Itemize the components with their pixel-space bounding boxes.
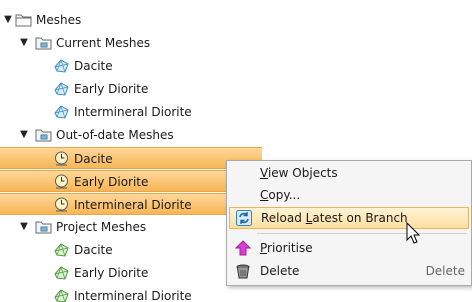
tree-item-project-early-diorite[interactable]: Early Diorite [0, 262, 262, 284]
tree-item-label: Meshes [36, 13, 82, 27]
tree-item-label: Dacite [74, 243, 113, 257]
tree-item-label: Current Meshes [56, 36, 151, 50]
menu-item-reload-latest-on-branch[interactable]: Reload Latest on Branch [229, 207, 469, 229]
mesh-icon [54, 105, 69, 119]
tree-item-project-dacite[interactable]: Dacite [0, 239, 262, 261]
menu-separator [257, 233, 467, 234]
tree-item-outdated-intermineral-diorite[interactable]: Intermineral Diorite [0, 193, 262, 215]
tree-item-label: Intermineral Diorite [74, 198, 192, 212]
project-mesh-icon [54, 243, 69, 257]
folder-icon [15, 14, 32, 27]
tree-item-current-meshes[interactable]: ▼ Current Meshes [0, 32, 262, 54]
menu-item-copy[interactable]: Copy... [229, 184, 469, 206]
tree-item-label: Dacite [74, 152, 113, 166]
outdated-mesh-icon [55, 174, 68, 189]
tree-item-out-of-date-meshes[interactable]: ▼ Out-of-date Meshes [0, 124, 262, 146]
reload-icon [236, 210, 252, 226]
trash-icon [236, 264, 250, 279]
tree-item-meshes[interactable]: ▼ Meshes [0, 9, 262, 31]
tree-item-project-intermineral-diorite[interactable]: Intermineral Diorite [0, 285, 262, 302]
menu-item-delete[interactable]: Delete Delete [229, 260, 469, 282]
tree-item-label: Early Diorite [74, 266, 149, 280]
mesh-icon [54, 59, 69, 73]
expand-arrow-icon[interactable]: ▼ [18, 124, 30, 146]
mesh-folder-icon [35, 221, 52, 234]
tree-item-label: Intermineral Diorite [74, 289, 192, 302]
tree-item-label: Early Diorite [74, 82, 149, 96]
mesh-tree: ▼ Meshes ▼ Current Meshes Dacite Early D… [0, 0, 262, 302]
outdated-mesh-icon [55, 151, 68, 166]
mesh-folder-icon [35, 37, 52, 50]
tree-item-current-early-diorite[interactable]: Early Diorite [0, 78, 262, 100]
tree-item-current-dacite[interactable]: Dacite [0, 55, 262, 77]
tree-item-label: Dacite [74, 59, 113, 73]
menu-item-prioritise[interactable]: Prioritise [229, 237, 469, 259]
expand-arrow-icon[interactable]: ▼ [2, 9, 14, 31]
context-menu: View Objects Copy... Reload Latest on Br… [226, 160, 472, 286]
mesh-icon [54, 82, 69, 96]
tree-item-outdated-early-diorite[interactable]: Early Diorite [0, 170, 262, 192]
menu-item-view-objects[interactable]: View Objects [229, 162, 469, 184]
tree-item-label: Out-of-date Meshes [56, 128, 174, 142]
project-mesh-icon [54, 289, 69, 302]
outdated-mesh-icon [55, 197, 68, 212]
expand-arrow-icon[interactable]: ▼ [18, 216, 30, 238]
expand-arrow-icon[interactable]: ▼ [18, 32, 30, 54]
mesh-folder-icon [35, 129, 52, 142]
up-arrow-icon [235, 240, 251, 256]
mouse-cursor-icon [406, 222, 421, 244]
tree-item-outdated-dacite[interactable]: Dacite [0, 147, 262, 169]
project-mesh-icon [54, 266, 69, 280]
tree-item-label: Intermineral Diorite [74, 105, 192, 119]
tree-item-project-meshes[interactable]: ▼ Project Meshes [0, 216, 262, 238]
tree-item-label: Project Meshes [56, 220, 147, 234]
tree-item-current-intermineral-diorite[interactable]: Intermineral Diorite [0, 101, 262, 123]
shortcut-label: Delete [425, 264, 465, 278]
tree-item-label: Early Diorite [74, 175, 149, 189]
